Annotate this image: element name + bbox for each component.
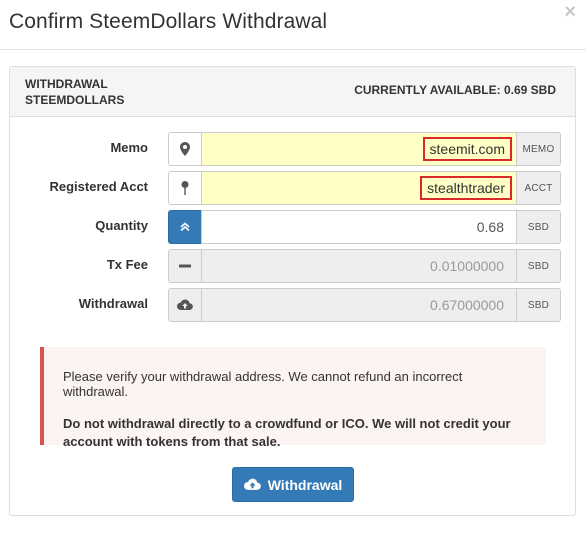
quantity-label: Quantity [95, 218, 148, 233]
warning-alert: Please verify your withdrawal address. W… [40, 347, 546, 449]
quantity-input[interactable]: 0.68 [201, 210, 517, 244]
tx-fee-input: 0.01000000 [201, 249, 517, 283]
withdrawal-suffix: SBD [516, 288, 561, 322]
tx-fee-row: Tx Fee 0.01000000 SBD [10, 249, 575, 283]
account-suffix: ACCT [516, 171, 561, 205]
memo-label: Memo [110, 140, 148, 155]
cloud-upload-icon [168, 288, 202, 322]
memo-input[interactable]: steemit.com [201, 132, 517, 166]
modal-header: Confirm SteemDollars Withdrawal × [0, 0, 586, 50]
panel-heading-title: WITHDRAWAL STEEMDOLLARS [25, 77, 125, 107]
quantity-suffix: SBD [516, 210, 561, 244]
withdrawal-label: Withdrawal [78, 296, 148, 311]
available-balance: CURRENTLY AVAILABLE: 0.69 SBD [354, 83, 556, 97]
map-marker-icon [168, 132, 202, 166]
close-button[interactable]: × [564, 2, 576, 22]
account-value: stealthtrader [420, 176, 512, 200]
account-label: Registered Acct [49, 179, 149, 194]
account-input[interactable]: stealthtrader [201, 171, 517, 205]
pushpin-icon [168, 171, 202, 205]
submit-label: Withdrawal [267, 476, 343, 493]
chevron-double-up-icon[interactable] [168, 210, 202, 244]
withdrawal-panel: WITHDRAWAL STEEMDOLLARS CURRENTLY AVAILA… [9, 66, 576, 516]
memo-suffix: MEMO [516, 132, 561, 166]
account-row: Registered Acct stealthtrader ACCT [10, 171, 575, 205]
tx-fee-label: Tx Fee [106, 257, 148, 272]
modal-title: Confirm SteemDollars Withdrawal [9, 10, 328, 33]
withdrawal-submit-button[interactable]: Withdrawal [232, 467, 354, 502]
quantity-row: Quantity 0.68 SBD [10, 210, 575, 244]
tx-fee-suffix: SBD [516, 249, 561, 283]
alert-crowdfund-text: Do not withdrawal directly to a crowdfun… [63, 416, 511, 449]
withdrawal-row: Withdrawal 0.67000000 SBD [10, 288, 575, 322]
memo-value: steemit.com [422, 137, 512, 161]
cloud-upload-icon [243, 478, 261, 491]
alert-verify-text: Please verify your withdrawal address. W… [63, 369, 463, 399]
minus-icon [168, 249, 202, 283]
panel-heading: WITHDRAWAL STEEMDOLLARS CURRENTLY AVAILA… [10, 67, 575, 117]
memo-row: Memo steemit.com MEMO [10, 132, 575, 166]
withdrawal-amount: 0.67000000 [201, 288, 517, 322]
